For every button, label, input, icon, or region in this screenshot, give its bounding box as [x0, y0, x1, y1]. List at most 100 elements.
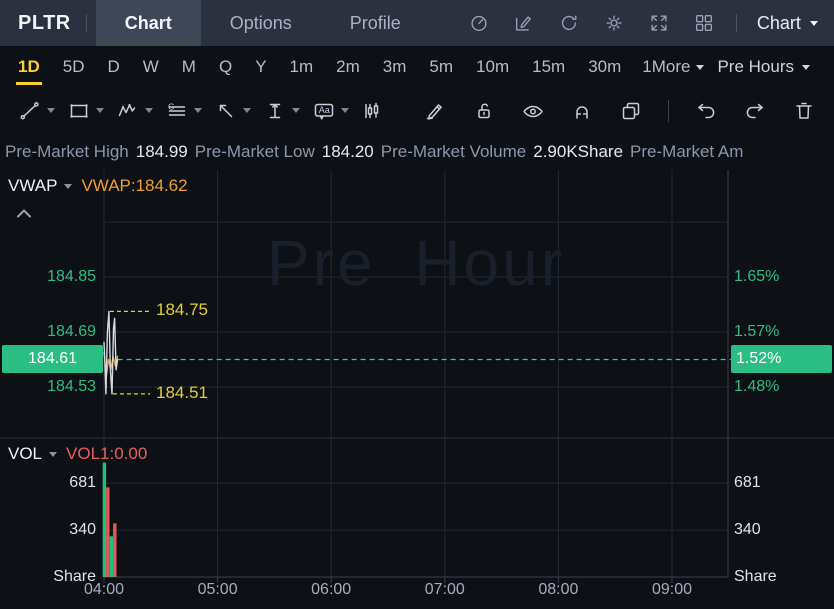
timeframe-1d[interactable]: 1D: [16, 49, 42, 85]
fullscreen-icon[interactable]: [648, 12, 670, 34]
chart-canvas[interactable]: [0, 170, 834, 609]
vwap-indicator-dropdown[interactable]: VWAP: [8, 176, 72, 196]
price-line: [104, 311, 118, 394]
timeframe-y[interactable]: Y: [253, 49, 268, 85]
gauge-icon[interactable]: [468, 12, 490, 34]
settings-icon[interactable]: [603, 12, 625, 34]
chevron-down-icon: [341, 108, 349, 113]
chart-type-label: Chart: [757, 13, 801, 34]
volume-bar: [103, 463, 106, 577]
volume-unit-label: Share: [0, 567, 96, 587]
candle-pattern-tool[interactable]: [361, 99, 385, 123]
toolbar-right-group: [423, 99, 816, 123]
premarket-low-value: 184.20: [322, 142, 374, 162]
arrow-icon: [214, 99, 238, 123]
chevron-down-icon: [292, 108, 300, 113]
premarket-low-label: Pre-Market Low: [195, 142, 315, 162]
chart-type-dropdown[interactable]: Chart: [757, 13, 818, 34]
annotate-icon[interactable]: [513, 12, 535, 34]
timeframe-more-label: 1More: [642, 57, 690, 77]
timeframe-m[interactable]: M: [180, 49, 198, 85]
time-axis-label: 06:00: [299, 581, 363, 599]
divider: [668, 100, 669, 122]
delete-trash-icon[interactable]: [792, 99, 816, 123]
low-price-marker: 184.51: [156, 383, 208, 403]
timeframe-5m[interactable]: 5m: [427, 49, 455, 85]
redo-icon[interactable]: [743, 99, 767, 123]
premarket-volume-value: 2.90KShare: [533, 142, 623, 162]
vol-value: VOL1:0.00: [66, 444, 147, 464]
chevron-down-icon: [145, 108, 153, 113]
tab-chart[interactable]: Chart: [96, 0, 201, 46]
drawing-toolbar: G Aa: [0, 88, 834, 133]
text-note-icon: Aa: [312, 99, 336, 123]
chevron-down-icon: [96, 108, 104, 113]
price-range-tool[interactable]: [263, 99, 300, 123]
candle-pattern-icon: [361, 99, 385, 123]
volume-bar: [113, 523, 116, 577]
timeframe-2m[interactable]: 2m: [334, 49, 362, 85]
volume-bar: [106, 487, 109, 577]
tab-profile[interactable]: Profile: [321, 0, 430, 46]
timeframe-w[interactable]: W: [141, 49, 161, 85]
last-change-pct-box: 1.52%: [731, 345, 832, 373]
visibility-eye-icon[interactable]: [521, 99, 545, 123]
ticker-symbol[interactable]: PLTR: [0, 12, 86, 35]
timeframe-30m[interactable]: 30m: [586, 49, 623, 85]
wave-icon: [116, 99, 140, 123]
trend-line-tool[interactable]: [18, 99, 55, 123]
timeframe-3m[interactable]: 3m: [381, 49, 409, 85]
time-axis-label: 08:00: [526, 581, 590, 599]
top-navigation-bar: PLTR Chart Options Profile Chart: [0, 0, 834, 46]
timeframe-d[interactable]: D: [105, 49, 121, 85]
pct-axis-label: 1.48%: [734, 377, 779, 397]
magnet-icon[interactable]: [570, 99, 594, 123]
pct-axis-label: 1.65%: [734, 267, 779, 287]
vwap-indicator-label: VWAP: [8, 176, 57, 196]
marker-pencil-icon[interactable]: [423, 99, 447, 123]
session-dropdown[interactable]: Pre Hours: [717, 57, 834, 77]
tab-options[interactable]: Options: [201, 0, 321, 46]
arrow-tool[interactable]: [214, 99, 251, 123]
layout-grid-icon[interactable]: [693, 12, 715, 34]
chevron-down-icon: [243, 108, 251, 113]
vol-indicator-label: VOL: [8, 444, 42, 464]
chevron-down-icon: [810, 21, 818, 26]
volume-axis-label: 681: [0, 473, 96, 493]
unlock-icon[interactable]: [472, 99, 496, 123]
gann-lines-icon: G: [165, 99, 189, 123]
chevron-down-icon: [47, 108, 55, 113]
undo-icon[interactable]: [694, 99, 718, 123]
price-axis-label: 184.69: [0, 322, 96, 342]
vol-indicator-dropdown[interactable]: VOL: [8, 444, 57, 464]
volume-axis-label: 340: [734, 520, 761, 540]
timeframe-5d[interactable]: 5D: [61, 49, 87, 85]
timeframe-1m[interactable]: 1m: [288, 49, 316, 85]
main-tabs: Chart Options Profile: [96, 0, 430, 46]
session-label: Pre Hours: [717, 57, 794, 77]
timeframe-15m[interactable]: 15m: [530, 49, 567, 85]
text-tool[interactable]: Aa: [312, 99, 349, 123]
price-range-icon: [263, 99, 287, 123]
chevron-down-icon: [802, 65, 810, 70]
timeframe-q[interactable]: Q: [217, 49, 234, 85]
rectangle-icon: [67, 99, 91, 123]
gann-tool[interactable]: G: [165, 99, 202, 123]
duplicate-icon[interactable]: [619, 99, 643, 123]
topbar-icon-group: [468, 12, 715, 34]
chevron-down-icon: [194, 108, 202, 113]
volume-axis-label: 681: [734, 473, 761, 493]
timeframe-bar: 1D 5D D W M Q Y 1m 2m 3m 5m 10m 15m 30m …: [0, 46, 834, 88]
price-axis-label: 184.85: [0, 267, 96, 287]
timeframe-10m[interactable]: 10m: [474, 49, 511, 85]
collapse-pane-chevron-icon[interactable]: [15, 208, 33, 219]
rectangle-tool[interactable]: [67, 99, 104, 123]
trend-line-icon: [18, 99, 42, 123]
time-axis-label: 09:00: [640, 581, 704, 599]
refresh-icon[interactable]: [558, 12, 580, 34]
timeframe-more-dropdown[interactable]: 1More: [642, 57, 704, 77]
wave-tool[interactable]: [116, 99, 153, 123]
time-axis-label: 07:00: [413, 581, 477, 599]
price-axis-label: 184.53: [0, 377, 96, 397]
premarket-high-label: Pre-Market High: [5, 142, 129, 162]
